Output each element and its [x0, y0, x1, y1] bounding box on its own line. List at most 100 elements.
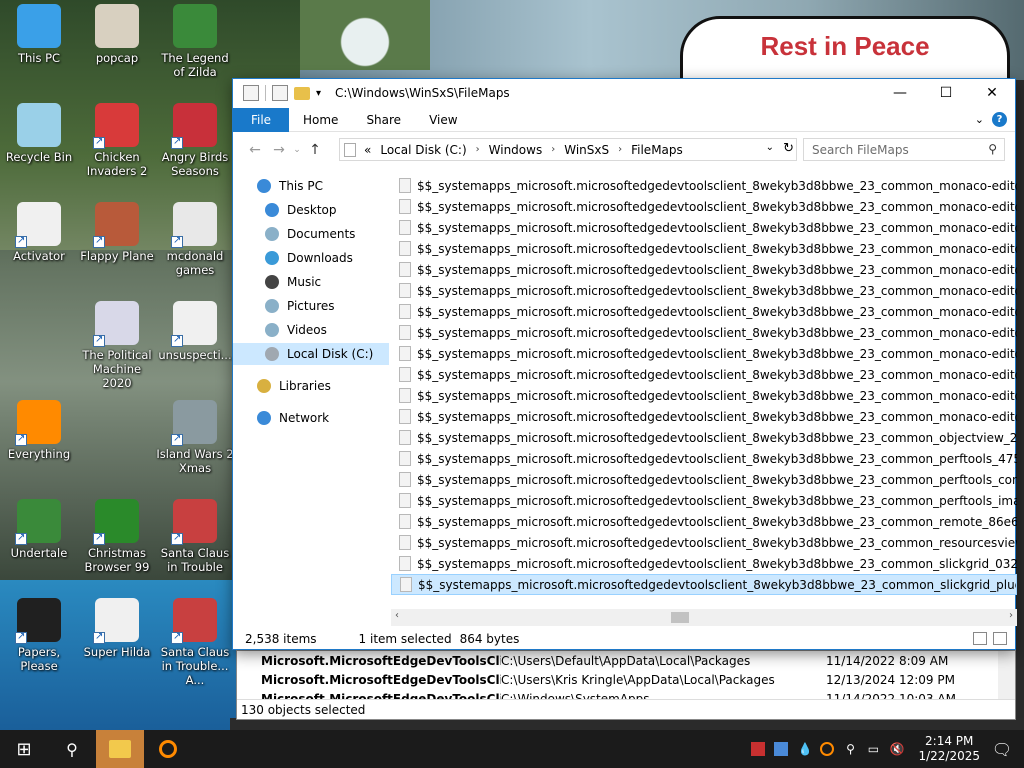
breadcrumb-chevron-icon[interactable]: › [551, 144, 555, 155]
desktop-icon[interactable]: This PC [0, 4, 78, 65]
forward-arrow-icon[interactable]: → [267, 138, 291, 162]
nav-item[interactable]: Libraries [233, 375, 389, 397]
file-row[interactable]: $$_systemapps_microsoft.microsoftedgedev… [391, 448, 1017, 469]
file-row[interactable]: $$_systemapps_microsoft.microsoftedgedev… [391, 280, 1017, 301]
volume-muted-icon[interactable]: 🔇 [889, 742, 904, 756]
file-row[interactable]: $$_systemapps_microsoft.microsoftedgedev… [391, 322, 1017, 343]
file-row[interactable]: $$_systemapps_microsoft.microsoftedgedev… [391, 511, 1017, 532]
nav-item[interactable]: Desktop [233, 199, 389, 221]
everything-taskbar-button[interactable] [144, 730, 192, 768]
back-arrow-icon[interactable]: ← [243, 138, 267, 162]
result-row[interactable]: Microsoft.MicrosoftEdgeDevToolsClient_..… [261, 670, 1011, 689]
details-view-icon[interactable] [973, 632, 987, 645]
tray-app-icon[interactable] [751, 742, 766, 756]
desktop-icon[interactable]: The Political Machine 2020 [78, 301, 156, 390]
file-row[interactable]: $$_systemapps_microsoft.microsoftedgedev… [391, 238, 1017, 259]
tray-usb-icon[interactable]: ⚲ [843, 742, 857, 756]
breadcrumb-chevron-icon[interactable]: › [618, 144, 622, 155]
file-row[interactable]: $$_systemapps_microsoft.microsoftedgedev… [391, 490, 1017, 511]
search-input[interactable]: Search FileMaps [812, 143, 909, 157]
search-icon[interactable]: ⚲ [988, 142, 997, 156]
action-center-icon[interactable]: 🗨 [980, 730, 1024, 768]
file-row[interactable]: $$_systemapps_microsoft.microsoftedgedev… [391, 385, 1017, 406]
file-row[interactable]: $$_systemapps_microsoft.microsoftedgedev… [391, 217, 1017, 238]
file-row[interactable]: $$_systemapps_microsoft.microsoftedgedev… [391, 343, 1017, 364]
file-row[interactable]: $$_systemapps_microsoft.microsoftedgedev… [391, 532, 1017, 553]
file-row[interactable]: $$_systemapps_microsoft.microsoftedgedev… [391, 553, 1017, 574]
tab-file[interactable]: File [233, 107, 289, 132]
desktop-icon[interactable]: Activator [0, 202, 78, 263]
tray-drop-icon[interactable]: 💧 [797, 742, 812, 756]
help-icon[interactable]: ? [992, 112, 1007, 127]
explorer-window[interactable]: ▾ C:\Windows\WinSxS\FileMaps — ☐ ✕ File … [232, 78, 1017, 650]
address-bar[interactable]: « Local Disk (C:) › Windows › WinSxS › F… [339, 138, 797, 161]
breadcrumb-windows[interactable]: Windows [489, 143, 543, 157]
file-explorer-taskbar-button[interactable] [96, 730, 144, 768]
tray-everything-icon[interactable] [820, 742, 835, 756]
tab-view[interactable]: View [415, 108, 471, 132]
file-row[interactable]: $$_systemapps_microsoft.microsoftedgedev… [391, 364, 1017, 385]
nav-item[interactable]: Local Disk (C:) [233, 343, 389, 365]
new-folder-icon[interactable] [294, 86, 310, 100]
nav-item[interactable]: Videos [233, 319, 389, 341]
tray-people-icon[interactable] [774, 742, 789, 756]
nav-item[interactable]: This PC [233, 175, 389, 197]
desktop-icon[interactable]: The Legend of Zilda [156, 4, 234, 79]
breadcrumb-local-disk[interactable]: Local Disk (C:) [380, 143, 466, 157]
tab-home[interactable]: Home [289, 108, 352, 132]
desktop-icon[interactable]: mcdonald games [156, 202, 234, 277]
scroll-left-icon[interactable]: ‹ [395, 610, 399, 621]
customize-toolbar-icon[interactable]: ▾ [316, 88, 321, 99]
desktop-icon[interactable]: Angry Birds Seasons [156, 103, 234, 178]
up-arrow-icon[interactable]: ↑ [303, 138, 327, 162]
horizontal-scrollbar[interactable]: ‹ › [391, 609, 1017, 626]
breadcrumb-chevron-icon[interactable]: › [476, 144, 480, 155]
desktop-icon[interactable]: Recycle Bin [0, 103, 78, 164]
network-icon[interactable]: ▭ [866, 742, 880, 756]
file-row[interactable]: $$_systemapps_microsoft.microsoftedgedev… [391, 574, 1017, 595]
address-dropdown-icon[interactable]: ⌄ [766, 142, 774, 153]
desktop-icon[interactable]: Flappy Plane [78, 202, 156, 263]
properties-icon[interactable] [272, 85, 288, 101]
clock[interactable]: 2:14 PM 1/22/2025 [918, 734, 980, 764]
file-row[interactable]: $$_systemapps_microsoft.microsoftedgedev… [391, 175, 1017, 196]
scrollbar-thumb[interactable] [671, 612, 689, 623]
nav-item[interactable]: Documents [233, 223, 389, 245]
minimize-button[interactable]: — [877, 79, 923, 107]
start-button[interactable]: ⊞ [0, 730, 48, 768]
desktop-icon[interactable]: Everything [0, 400, 78, 461]
file-row[interactable]: $$_systemapps_microsoft.microsoftedgedev… [391, 301, 1017, 322]
nav-item[interactable]: Downloads [233, 247, 389, 269]
background-results-window[interactable]: Microsoft.MicrosoftEdgeDevToolsClient_..… [236, 650, 1016, 720]
nav-item[interactable]: Music [233, 271, 389, 293]
breadcrumb-winsxs[interactable]: WinSxS [564, 143, 609, 157]
maximize-button[interactable]: ☐ [923, 79, 969, 107]
file-row[interactable]: $$_systemapps_microsoft.microsoftedgedev… [391, 427, 1017, 448]
desktop-icon[interactable]: Super Hilda [78, 598, 156, 659]
result-row[interactable]: Microsoft.MicrosoftEdgeDevToolsClient_..… [261, 651, 1011, 670]
desktop-icon[interactable]: Santa Claus in Trouble [156, 499, 234, 574]
search-box[interactable]: Search FileMaps ⚲ [803, 138, 1005, 161]
expand-ribbon-icon[interactable]: ⌄ [975, 113, 984, 126]
nav-item[interactable]: Pictures [233, 295, 389, 317]
tab-share[interactable]: Share [352, 108, 415, 132]
desktop-icon[interactable]: Christmas Browser 99 [78, 499, 156, 574]
file-list[interactable]: $$_systemapps_microsoft.microsoftedgedev… [391, 175, 1017, 595]
taskbar-search-icon[interactable]: ⚲ [48, 730, 96, 768]
desktop-icon[interactable]: popcap [78, 4, 156, 65]
desktop-icon[interactable]: unsuspecti... [156, 301, 234, 362]
recent-locations-icon[interactable]: ⌄ [291, 138, 303, 162]
refresh-icon[interactable]: ↻ [783, 141, 794, 156]
file-row[interactable]: $$_systemapps_microsoft.microsoftedgedev… [391, 469, 1017, 490]
large-icons-view-icon[interactable] [993, 632, 1007, 645]
breadcrumb-filemaps[interactable]: FileMaps [631, 143, 683, 157]
desktop-icon[interactable]: Undertale [0, 499, 78, 560]
desktop-icon[interactable]: Island Wars 2 Xmas [156, 400, 234, 475]
breadcrumb-overflow[interactable]: « [364, 143, 371, 157]
file-row[interactable]: $$_systemapps_microsoft.microsoftedgedev… [391, 196, 1017, 217]
file-row[interactable]: $$_systemapps_microsoft.microsoftedgedev… [391, 406, 1017, 427]
file-row[interactable]: $$_systemapps_microsoft.microsoftedgedev… [391, 259, 1017, 280]
title-bar[interactable]: ▾ C:\Windows\WinSxS\FileMaps — ☐ ✕ [233, 79, 1015, 107]
nav-item[interactable]: Network [233, 407, 389, 429]
close-button[interactable]: ✕ [969, 79, 1015, 107]
